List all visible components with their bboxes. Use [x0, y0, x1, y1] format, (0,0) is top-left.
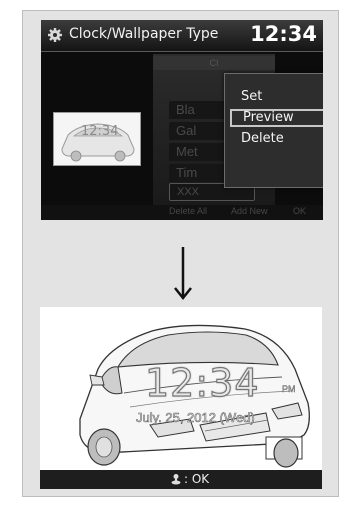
ok-button[interactable]: OK [293, 206, 306, 216]
illustration-panel: Clock/Wallpaper Type 12:34 CI Bla Gal Me… [22, 10, 339, 497]
menu-item-set[interactable]: Set [230, 88, 323, 106]
preview-date: July. 25, 2012 (Wed) [136, 410, 255, 426]
down-arrow-icon [174, 247, 192, 301]
menu-item-delete[interactable]: Delete [230, 130, 323, 148]
title-bar: Clock/Wallpaper Type 12:34 [41, 20, 323, 52]
ok-bar[interactable]: : OK [40, 470, 322, 489]
menu-item-preview[interactable]: Preview [230, 109, 323, 127]
car-thumbnail-icon [61, 123, 135, 162]
clock-wallpaper-screen: Clock/Wallpaper Type 12:34 CI Bla Gal Me… [41, 20, 323, 220]
preview-time: 12:34 [144, 360, 260, 405]
screen-footer: Delete All Add New OK [41, 205, 323, 220]
add-new-button[interactable]: Add New [231, 206, 268, 216]
gear-icon [48, 28, 62, 42]
preview-ampm: PM [282, 384, 296, 394]
ok-label: : OK [184, 472, 210, 486]
wallpaper-preview-screen: 12:34 PM July. 25, 2012 (Wed) : OK [40, 307, 322, 489]
options-popup-menu: Set Preview Delete [224, 73, 323, 188]
screen-title: Clock/Wallpaper Type [69, 26, 219, 42]
status-clock: 12:34 [250, 22, 317, 46]
joystick-icon [171, 474, 181, 485]
delete-all-button[interactable]: Delete All [169, 206, 207, 216]
list-header: CI [153, 56, 275, 70]
wallpaper-thumbnail: 12:34 [53, 112, 141, 166]
thumbnail-clock: 12:34 [81, 124, 119, 139]
